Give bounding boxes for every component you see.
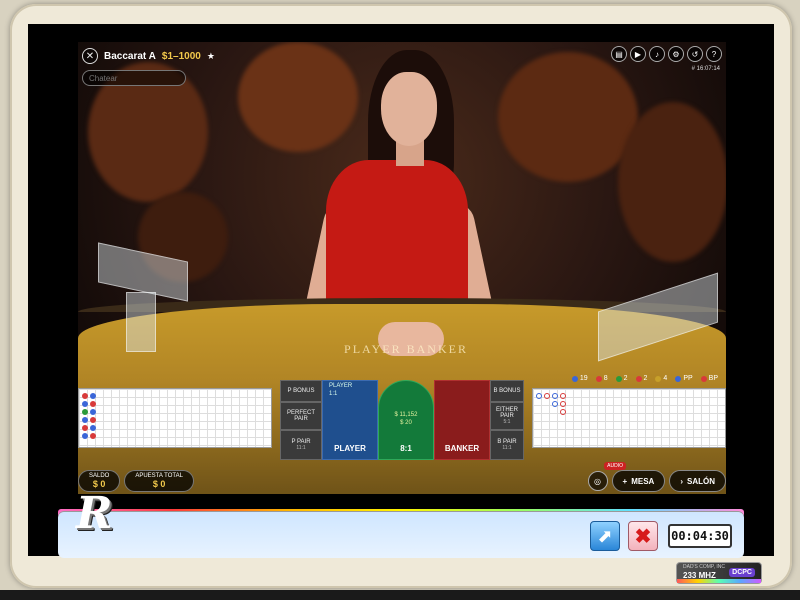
stat-banker-wins: 8 — [595, 375, 608, 382]
cpu-logo: DCPC — [729, 568, 755, 577]
table-limits: $1–1000 — [161, 50, 201, 62]
bead — [82, 433, 88, 439]
p-pair-bet[interactable]: P PAIR 11:1 — [280, 430, 322, 460]
chevron-right-icon: › — [680, 476, 683, 486]
settings-gear-icon[interactable]: ⚙ — [668, 46, 684, 62]
stat-player-wins: 19 — [571, 375, 588, 382]
chat-input[interactable] — [82, 70, 186, 86]
cpu-brand: DAD'S COMP, INC — [683, 564, 725, 570]
discard-tray-left — [126, 292, 156, 352]
player-odds: 1:1 — [329, 391, 338, 397]
bead — [82, 425, 88, 431]
r-logo: R — [76, 488, 113, 539]
history-icon[interactable]: ↺ — [687, 46, 703, 62]
stat-dot — [675, 375, 682, 382]
bead — [82, 417, 88, 423]
bead — [560, 401, 566, 407]
stat-dot — [635, 375, 642, 382]
bead — [552, 401, 558, 407]
open-arrow-icon[interactable]: ⬈ — [590, 521, 620, 551]
bead — [90, 433, 96, 439]
bead — [560, 409, 566, 415]
chat-icon[interactable]: ▤ — [611, 46, 627, 62]
audio-badge: AUDIO — [604, 462, 626, 470]
camera-icon[interactable]: ▶ — [630, 46, 646, 62]
tie-bet[interactable]: $ 11,152 $ 20 8:1 — [378, 380, 434, 460]
p-bonus-bet[interactable]: P BONUS — [280, 380, 322, 402]
live-video: PLAYER BANKER ✕ Baccarat A $1–1000 ★ ▤ ▶… — [78, 42, 726, 494]
player-bet[interactable]: PLAYER 1:1 PLAYER — [322, 380, 378, 460]
stat-natural: 4 — [655, 375, 667, 382]
bead — [90, 409, 96, 415]
foliage-decor — [238, 42, 358, 152]
felt-text: PLAYER BANKER — [344, 342, 468, 356]
game-id: # 16:07:14 — [691, 66, 720, 72]
table-header: ✕ Baccarat A $1–1000 ★ — [82, 48, 215, 64]
salon-button[interactable]: › SALÓN — [669, 470, 726, 492]
cpu-stripe — [677, 579, 761, 583]
close-x-icon[interactable]: ✖ — [628, 521, 658, 551]
bead — [90, 401, 96, 407]
mesa-button[interactable]: + MESA — [611, 470, 666, 492]
betting-area: P BONUS PERFECT PAIR P PAIR 11:1 PLAYER … — [280, 380, 524, 460]
roadmap-grid — [79, 389, 271, 447]
stat-dot — [700, 375, 707, 382]
perfect-pair-bet[interactable]: PERFECT PAIR — [280, 402, 322, 430]
stat-player-pair: PP — [675, 375, 693, 382]
stat-ties: 2 — [615, 375, 628, 382]
timer-display: 00:04:30 — [668, 524, 732, 548]
stat-dot — [595, 375, 602, 382]
taskbar-strip — [0, 590, 800, 600]
stat-banker-pair-2: BP — [700, 375, 718, 382]
tie-amounts: $ 11,152 $ 20 — [379, 411, 433, 427]
table-name: Baccarat A — [104, 50, 156, 62]
top-right-toolbar: ▤ ▶ ♪ ⚙ ↺ ? — [611, 46, 722, 62]
foliage-decor — [618, 102, 726, 262]
tie-amount-bottom: $ 20 — [400, 420, 412, 426]
b-bonus-bet[interactable]: B BONUS — [490, 380, 524, 402]
foliage-decor — [498, 52, 638, 182]
bead — [90, 417, 96, 423]
screen: PLAYER BANKER ✕ Baccarat A $1–1000 ★ ▤ ▶… — [28, 24, 774, 556]
stat-dot — [571, 375, 578, 382]
bead-road — [78, 388, 272, 448]
sound-icon[interactable]: ♪ — [649, 46, 665, 62]
bead — [536, 393, 542, 399]
bead — [82, 401, 88, 407]
stat-banker-pair: 2 — [635, 375, 647, 382]
plus-icon: + — [622, 476, 628, 486]
favorite-star-icon[interactable]: ★ — [207, 51, 215, 62]
bead — [552, 393, 558, 399]
big-road — [532, 388, 726, 448]
nav-controls: ◎ + MESA › SALÓN — [587, 470, 726, 492]
stat-dot — [615, 375, 622, 382]
bead — [90, 393, 96, 399]
dealer-face — [381, 72, 437, 146]
chip-stack-icon[interactable]: ◎ — [587, 471, 608, 491]
apuesta-total-pill: APUESTA TOTAL $ 0 — [124, 470, 194, 492]
banker-label: BANKER — [444, 444, 480, 453]
bead — [90, 425, 96, 431]
tie-payout: 8:1 — [400, 444, 412, 453]
bead — [560, 393, 566, 399]
tie-amount-top: $ 11,152 — [394, 412, 418, 418]
close-icon[interactable]: ✕ — [82, 48, 98, 64]
help-icon[interactable]: ? — [706, 46, 722, 62]
stats-bar: 19 8 2 2 4 PP BP — [571, 375, 726, 382]
bead — [82, 409, 88, 415]
b-pair-bet[interactable]: B PAIR 11:1 — [490, 430, 524, 460]
player-label: PLAYER — [334, 444, 366, 453]
cpu-badge: DAD'S COMP, INC 233 MHZ DCPC — [676, 562, 762, 584]
either-pair-bet[interactable]: EITHER PAIR 5:1 — [490, 402, 524, 430]
bead — [544, 393, 550, 399]
banker-bet[interactable]: BANKER — [434, 380, 490, 460]
stat-dot — [655, 375, 662, 382]
player-badge: PLAYER — [329, 383, 353, 389]
bead — [82, 393, 88, 399]
